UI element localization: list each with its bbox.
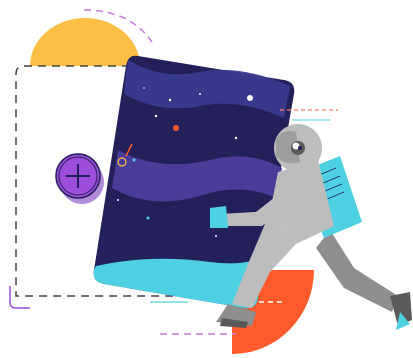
star bbox=[143, 87, 145, 89]
star bbox=[154, 114, 158, 118]
star bbox=[117, 199, 119, 201]
purple-corner-bracket bbox=[9, 286, 30, 309]
star bbox=[234, 136, 238, 140]
illustration-scene bbox=[9, 9, 412, 354]
star bbox=[247, 95, 253, 101]
star bbox=[168, 98, 172, 102]
star bbox=[146, 216, 150, 220]
star bbox=[173, 125, 179, 131]
add-button[interactable] bbox=[55, 153, 104, 204]
astronaut-back-leg bbox=[316, 230, 398, 312]
star bbox=[199, 93, 201, 95]
star bbox=[215, 235, 217, 237]
yellow-semicircle bbox=[30, 18, 140, 66]
